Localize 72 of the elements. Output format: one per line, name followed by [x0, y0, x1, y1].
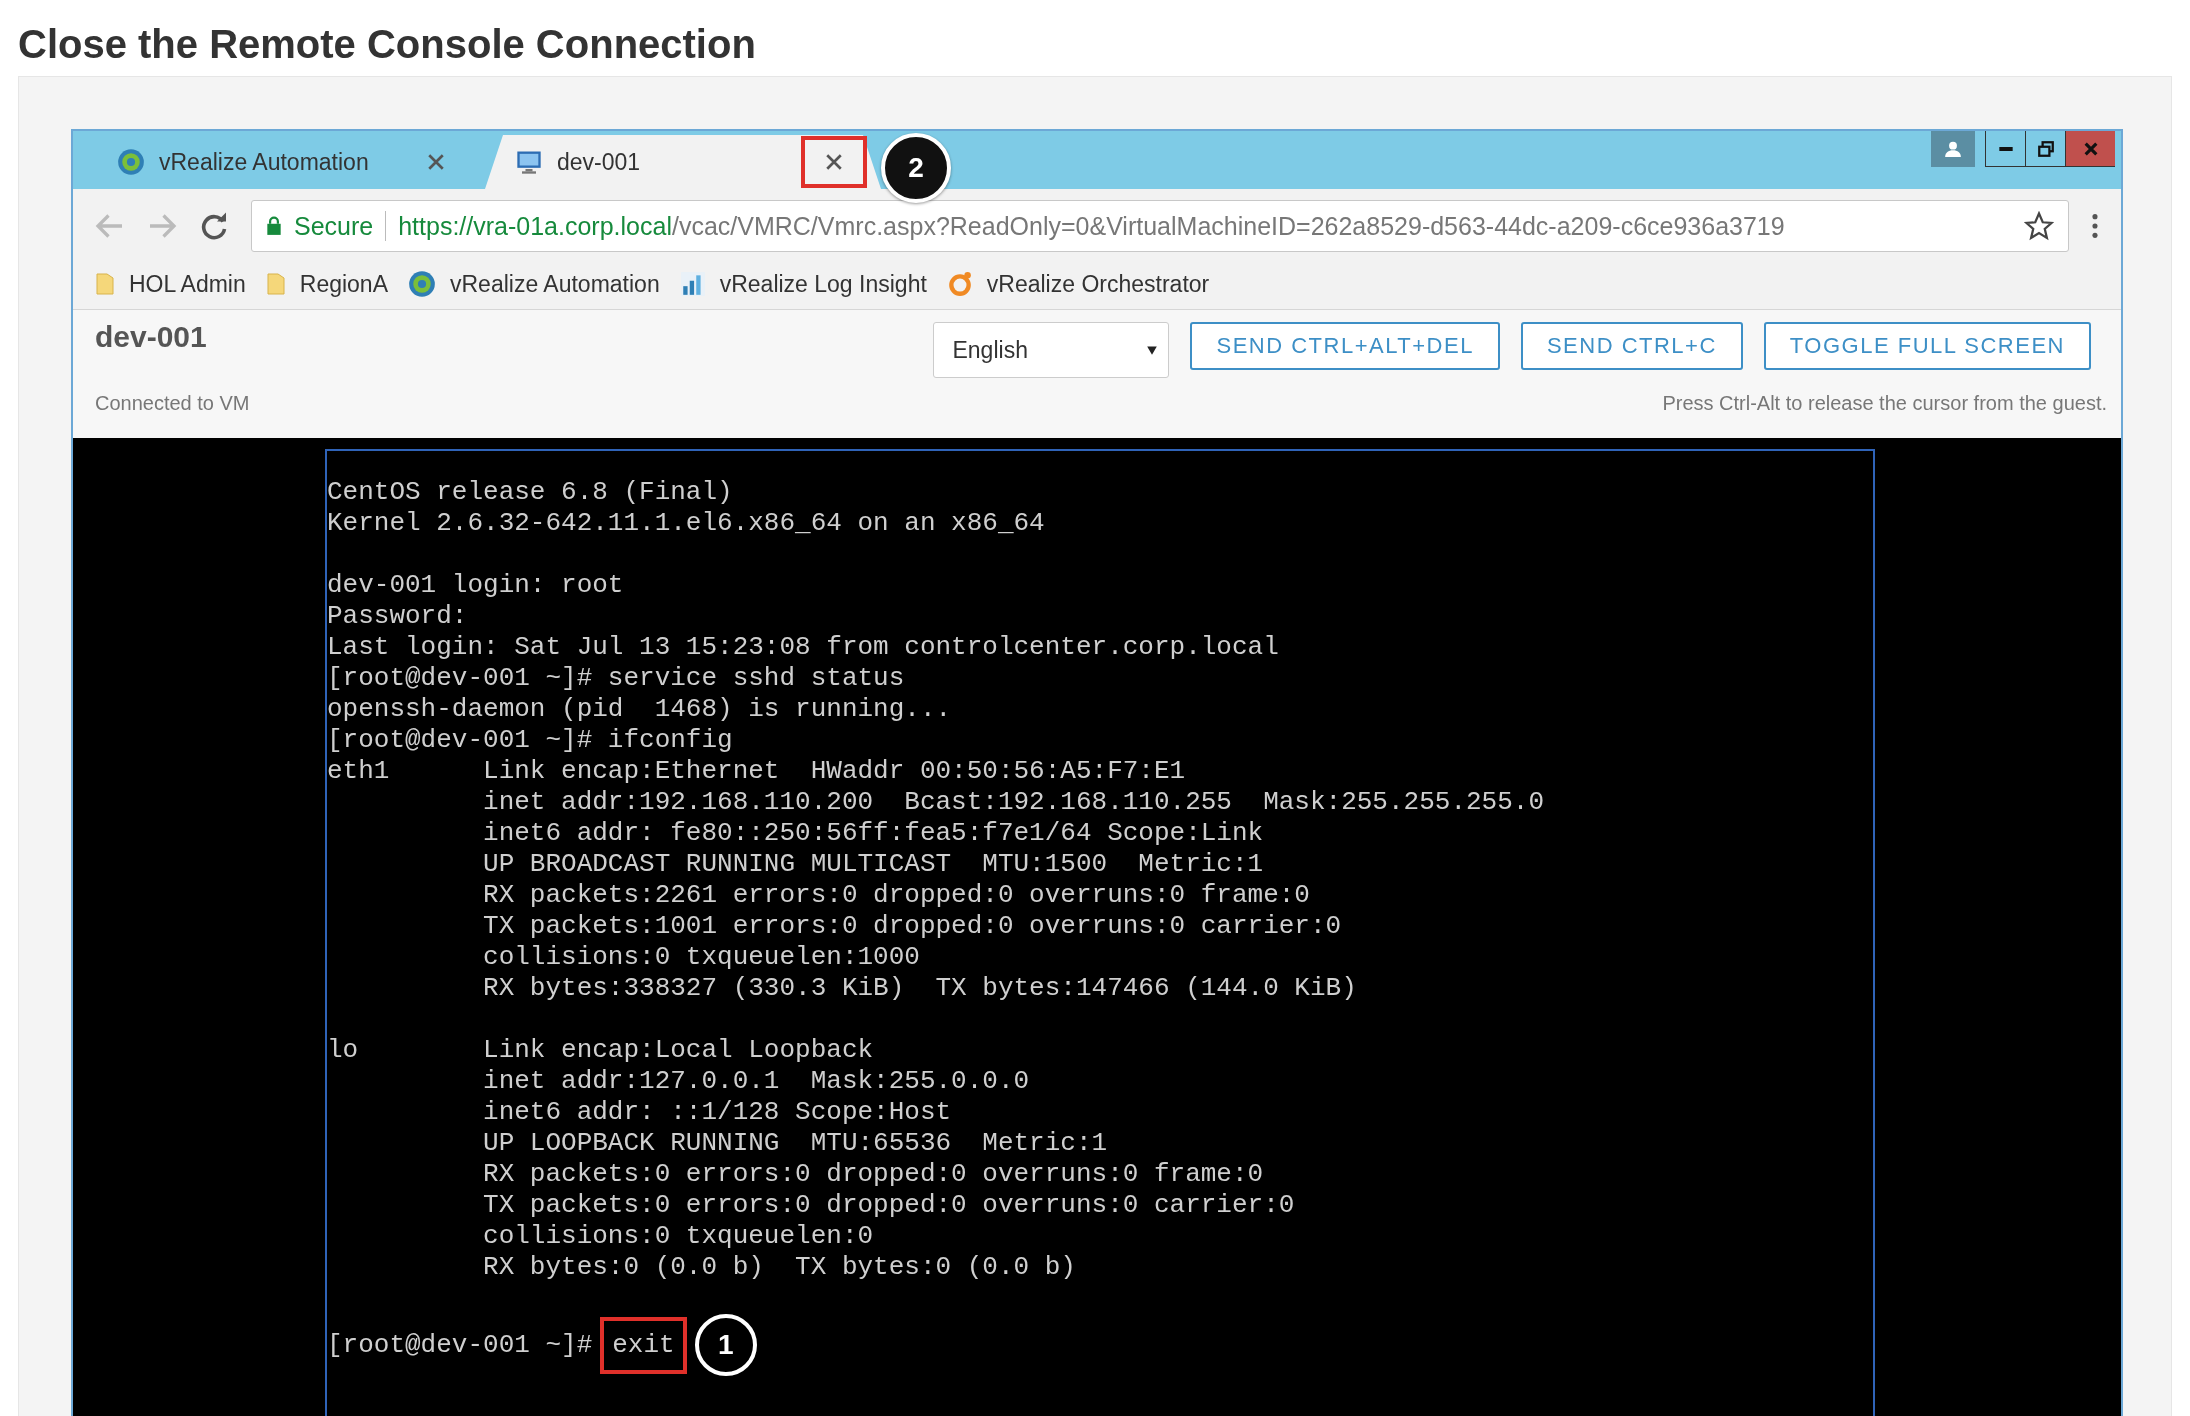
terminal-line: Last login: Sat Jul 13 15:23:08 from controlcenter.corp.local [327, 632, 1279, 663]
tab-close-button[interactable] [801, 136, 867, 188]
terminal-line: inet addr:192.168.110.200 Bcast:192.168.110.255 Mask:255.255.255.0 [482, 787, 1544, 818]
restore-icon [2036, 139, 2055, 158]
close-icon [825, 153, 843, 171]
star-icon[interactable] [2024, 211, 2054, 241]
callout-number: 1 [694, 1314, 757, 1376]
bookmark[interactable]: RegionA [265, 270, 388, 298]
folder-icon [95, 272, 115, 296]
terminal-line: Password: [327, 601, 468, 632]
terminal-line: Kernel 2.6.32-642.11.1.el6.x86_64 on an x86_64 [327, 508, 1045, 539]
language-dropdown[interactable]: English [933, 322, 1170, 378]
bookmark[interactable]: vRealize Log Insight [679, 270, 927, 298]
minimize-icon [1998, 146, 2013, 151]
terminal-line: inet6 addr: fe80::250:56ff:fea5:f7e1/64 Scope:Link [482, 818, 1264, 849]
typed-command: exit [600, 1316, 687, 1374]
terminal-line: TX packets:1001 errors:0 dropped:0 overruns:0 carrier:0 [482, 911, 1342, 942]
folder-icon [265, 272, 286, 296]
terminal-line: UP BROADCAST RUNNING MULTICAST MTU:1500 Metric:1 [482, 849, 1264, 880]
ring-icon [946, 271, 973, 297]
console-button[interactable]: SEND CTRL+ALT+DEL [1190, 322, 1500, 370]
connection-status: Connected to VM [95, 392, 250, 415]
browser-tab[interactable]: vRealize Automation [87, 135, 483, 189]
terminal-line: eth1 Link encap:Ethernet HWaddr 00:50:56:A5:F7:E1 [327, 756, 1186, 787]
terminal-line: RX packets:2261 errors:0 dropped:0 overruns:0 frame:0 [482, 880, 1310, 911]
terminal-line: lo Link encap:Local Loopback [327, 1035, 874, 1066]
browser-tab[interactable]: dev-001 [485, 135, 881, 189]
page-heading: Close the Remote Console Connection [18, 21, 757, 68]
callout-number: 2 [881, 133, 951, 203]
restore-button[interactable] [2025, 131, 2065, 167]
bookmark[interactable]: vRealize Orchestrator [946, 270, 1210, 298]
bar-chart-icon [679, 271, 706, 297]
terminal-line: RX packets:0 errors:0 dropped:0 overruns:0 frame:0 [482, 1159, 1264, 1190]
security-label: Secure [294, 211, 374, 241]
address-bar[interactable]: Secure https://vra-01a.corp.local/vcac/VMRC/Vmrc.aspx?ReadOnly=0&VirtualMachineID=262a8529-d563-44dc-a209-c6ce936a3719 [251, 200, 2069, 252]
globe-icon [117, 148, 145, 176]
profile-button[interactable] [1931, 131, 1975, 167]
console-button[interactable]: SEND CTRL+C [1520, 322, 1743, 370]
close-icon [2082, 140, 2099, 157]
terminal-line: openssh-daemon (pid 1468) is running... [327, 694, 952, 725]
url-text: https://vra-01a.corp.local/vcac/VMRC/Vmrc.aspx?ReadOnly=0&VirtualMachineID=262a8529-d563-44dc-a209-c6ce936a3719 [398, 211, 1786, 241]
cursor-hint: Press Ctrl-Alt to release the cursor from the guest. [1662, 392, 2107, 415]
bookmark[interactable]: HOL Admin [95, 270, 246, 298]
terminal-line: TX packets:0 errors:0 dropped:0 overruns:0 carrier:0 [482, 1190, 1295, 1221]
terminal-line: dev-001 login: root [327, 570, 624, 601]
reload-icon [199, 211, 229, 241]
terminal-line: [root@dev-001 ~]# service sshd status [327, 663, 905, 694]
terminal-line: [root@dev-001 ~]# ifconfig [327, 725, 733, 756]
menu-button[interactable] [2091, 212, 2099, 240]
console-button[interactable]: TOGGLE FULL SCREEN [1763, 322, 2091, 370]
tab-title: vRealize Automation [159, 148, 370, 176]
tab-title: dev-001 [557, 148, 642, 176]
terminal-line: inet6 addr: ::1/128 Scope:Host [482, 1097, 952, 1128]
terminal-line: collisions:0 txqueuelen:1000 [482, 942, 920, 973]
caret-icon [1146, 344, 1159, 356]
minimize-button[interactable] [1985, 131, 2025, 167]
shell-prompt: [root@dev-001 ~]# [327, 1329, 593, 1361]
terminal-line: inet addr:127.0.0.1 Mask:255.0.0.0 [482, 1066, 1030, 1097]
close-icon [427, 153, 445, 171]
globe-icon [408, 270, 436, 298]
terminal-line: collisions:0 txqueuelen:0 [482, 1221, 874, 1252]
terminal-line: UP LOOPBACK RUNNING MTU:65536 Metric:1 [482, 1128, 1108, 1159]
person-icon [1944, 140, 1962, 158]
close-window-button[interactable] [2065, 131, 2115, 167]
lock-icon [266, 216, 282, 236]
terminal-line: RX bytes:0 (0.0 b) TX bytes:0 (0.0 b) [482, 1252, 1076, 1283]
menu-icon [2091, 212, 2099, 240]
terminal-line: CentOS release 6.8 (Final) [327, 477, 733, 508]
bookmark[interactable]: vRealize Automation [408, 270, 660, 298]
terminal-line: RX bytes:338327 (330.3 KiB) TX bytes:147466 (144.0 KiB) [482, 973, 1357, 1004]
vm-title: dev-001 [95, 320, 208, 354]
reload-button[interactable] [199, 211, 229, 241]
